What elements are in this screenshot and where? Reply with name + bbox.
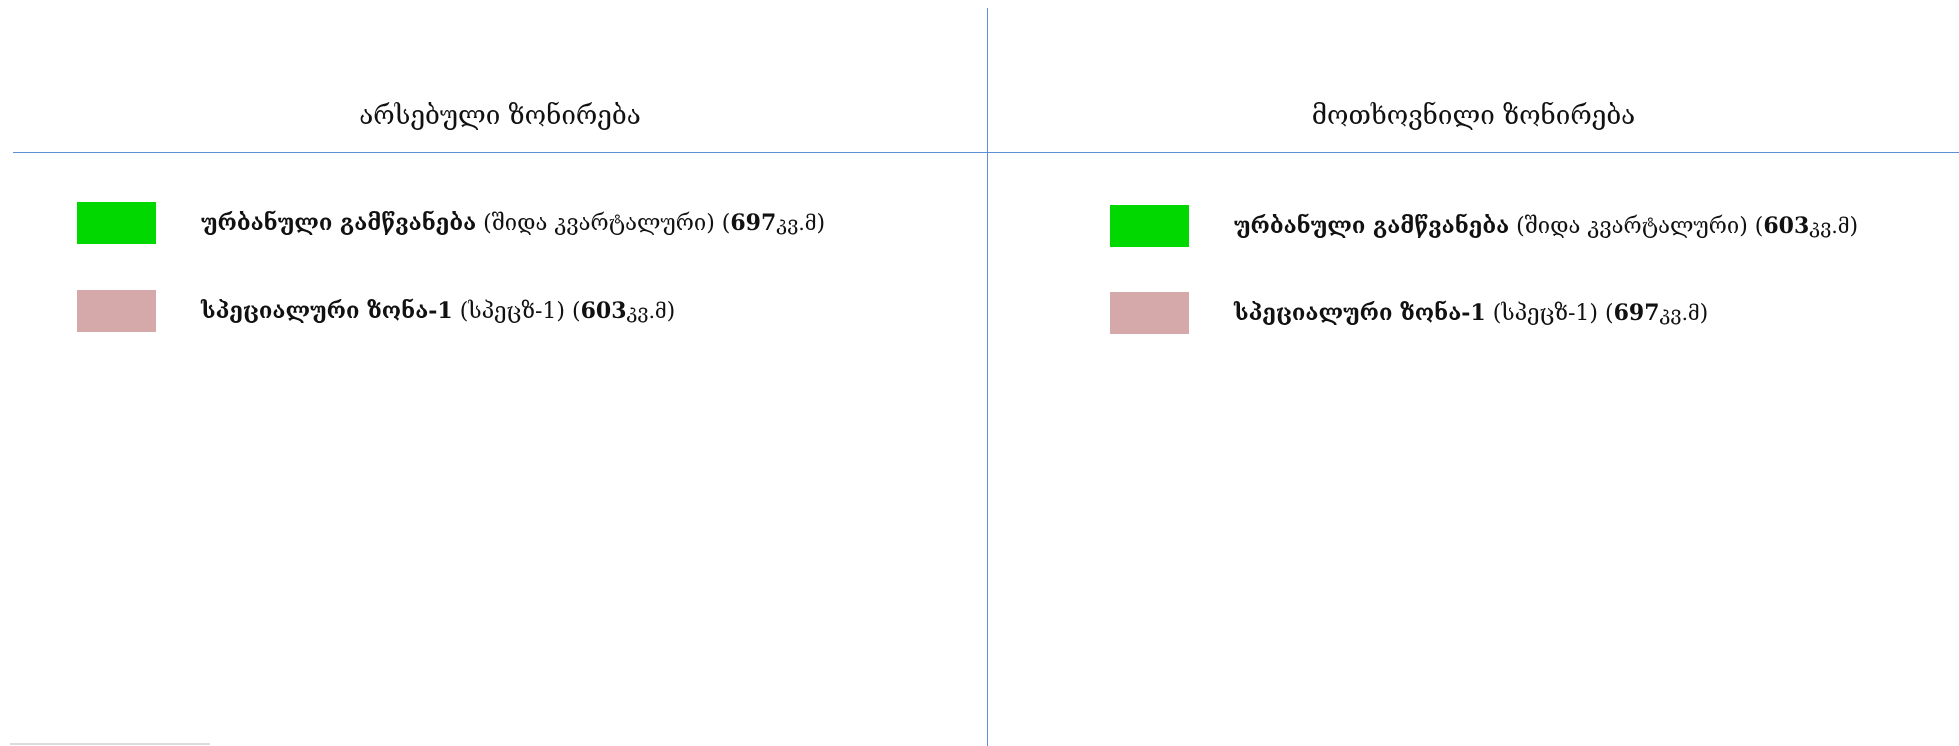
zone-detail: (სპეცზ-1) ( — [452, 299, 581, 324]
requested-zoning-title: მოთხოვნილი ზონირება — [1311, 101, 1636, 131]
area-unit: კვ.მ — [1809, 214, 1850, 238]
zone-detail: (შიდა კვარტალური) ( — [1509, 214, 1764, 239]
zone-name: ურბანული გამწვანება — [201, 210, 477, 236]
special-zone-swatch — [77, 290, 156, 332]
urban-green-swatch — [77, 202, 156, 244]
zone-area: 603 — [1763, 213, 1810, 239]
area-unit: კვ.მ — [776, 211, 817, 235]
requested-zoning-panel: მოთხოვნილი ზონირება ურბანული გამწვანება … — [988, 0, 1959, 746]
existing-zoning-panel: არსებული ზონირება ურბანული გამწვანება (შ… — [13, 0, 987, 746]
zone-area: 697 — [1613, 300, 1660, 326]
zone-detail: (შიდა კვარტალური) ( — [476, 211, 731, 236]
legend-label: ურბანული გამწვანება (შიდა კვარტალური) (6… — [201, 208, 825, 239]
legend-label: სპეციალური ზონა-1 (სპეცზ-1) (697კვ.მ) — [1234, 298, 1708, 329]
zone-name: სპეციალური ზონა-1 — [201, 298, 453, 324]
zone-area: 697 — [730, 210, 777, 236]
closing-paren: ) — [1699, 301, 1709, 326]
closing-paren: ) — [1849, 214, 1859, 239]
zone-detail: (სპეცზ-1) ( — [1485, 301, 1614, 326]
legend-label: სპეციალური ზონა-1 (სპეცზ-1) (603კვ.მ) — [201, 296, 675, 327]
urban-green-swatch — [1110, 205, 1189, 247]
zone-area: 603 — [580, 298, 627, 324]
closing-paren: ) — [666, 299, 676, 324]
closing-paren: ) — [816, 211, 826, 236]
area-unit: კვ.მ — [1659, 301, 1700, 325]
zone-name: ურბანული გამწვანება — [1234, 213, 1510, 239]
existing-zoning-title: არსებული ზონირება — [359, 101, 641, 131]
special-zone-swatch — [1110, 292, 1189, 334]
bottom-edge-line — [10, 743, 210, 745]
legend-label: ურბანული გამწვანება (შიდა კვარტალური) (6… — [1234, 211, 1858, 242]
area-unit: კვ.მ — [626, 299, 667, 323]
zone-name: სპეციალური ზონა-1 — [1234, 300, 1486, 326]
